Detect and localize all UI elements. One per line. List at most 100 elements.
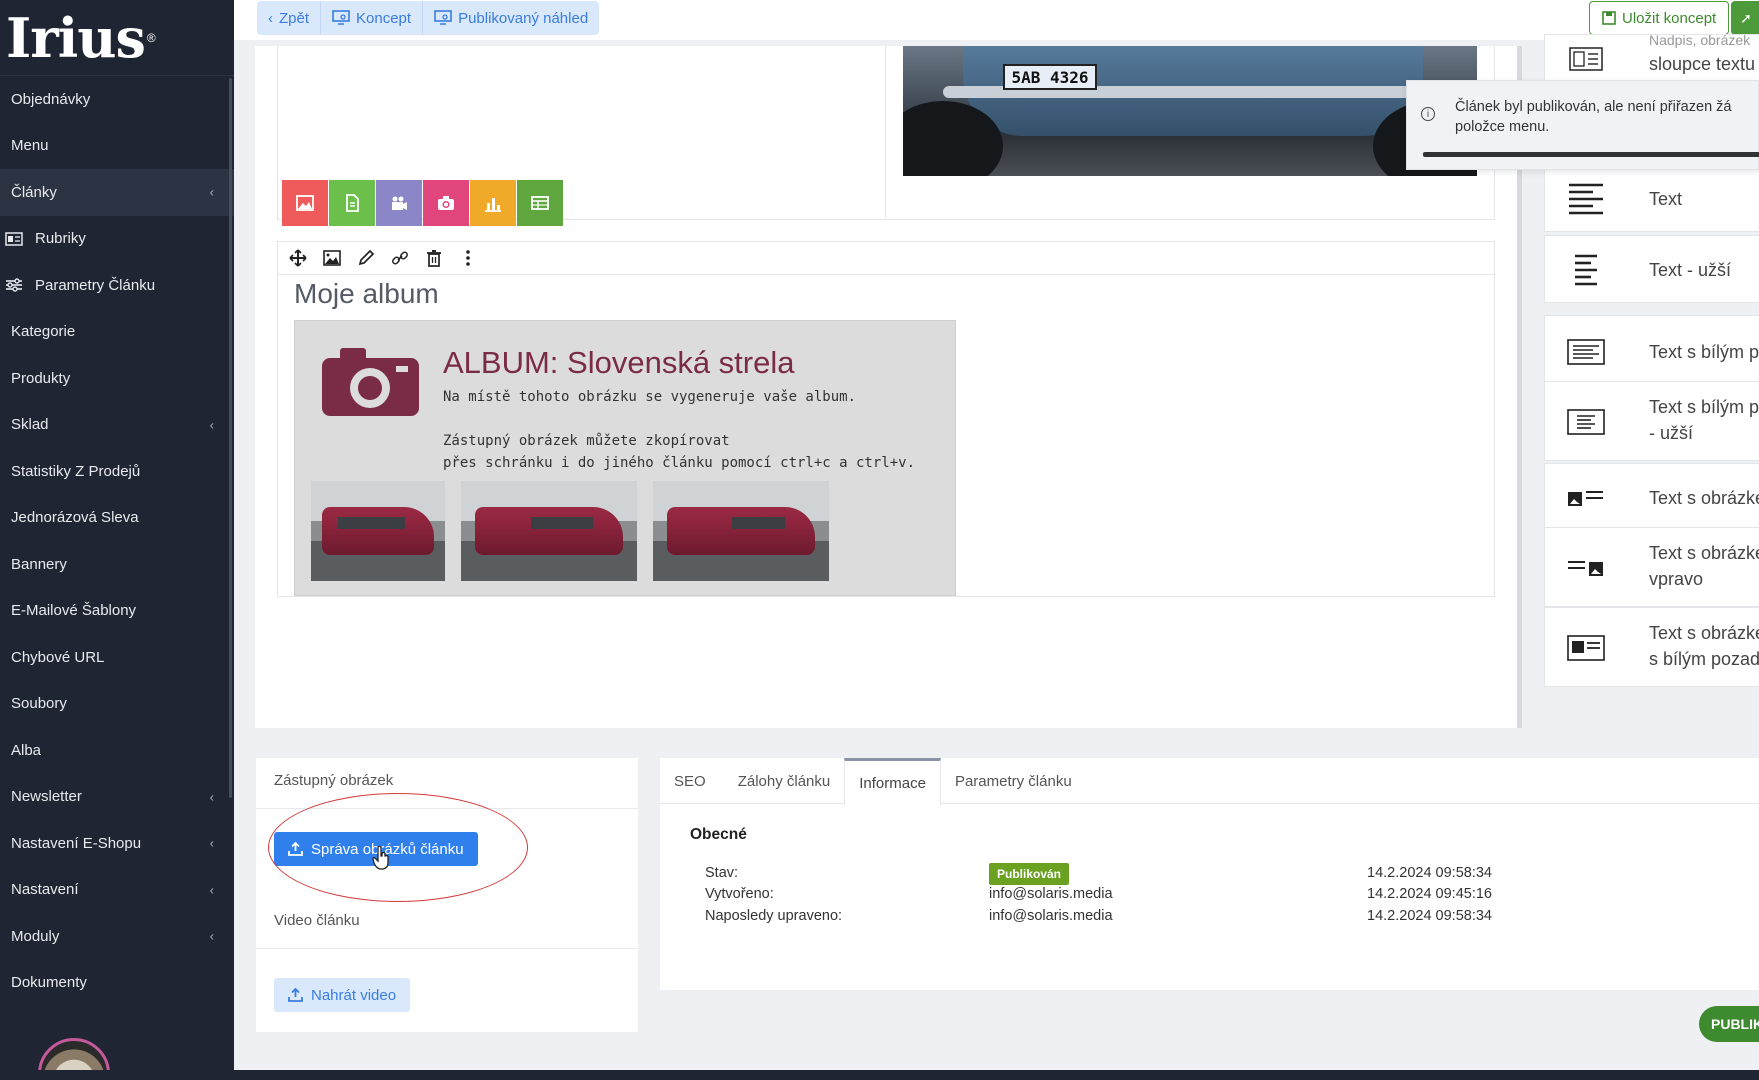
sidebar-item-chybové-url[interactable]: Chybové URL [0,634,234,681]
sidebar-item-sklad[interactable]: Sklad ‹ [0,402,234,449]
sidebar-item-e-mailové-šablony[interactable]: E-Mailové Šablony [0,588,234,635]
brand-logo[interactable]: Irius ® [0,0,234,76]
floppy-icon [1602,11,1616,25]
palette-item-label: Text s obrázkem [1649,488,1759,508]
columns-text-icon [1567,45,1605,73]
upload-video-button[interactable]: Nahrát video [274,978,411,1012]
sidebar-item-parametry-článku[interactable]: Parametry Článku [0,262,234,309]
sidebar-item-label: Menu [11,137,49,155]
notification-toast[interactable]: i Článek byl publikován, ale není přiřaz… [1406,80,1759,170]
insert-camera-button[interactable] [423,180,469,226]
palette-item-label-line2: - užší [1649,423,1694,443]
save-draft-label: Uložit koncept [1622,9,1717,27]
divider [256,948,638,949]
sidebar-item-label: Chybové URL [11,648,105,666]
chevron-left-icon: ‹ [209,417,214,433]
train-shape [475,507,623,555]
palette-item-label: Text s bílým poz [1649,342,1759,362]
publish-button[interactable]: PUBLIK [1699,1006,1759,1042]
insert-bar-chart-button[interactable] [470,180,516,226]
draft-preview-button[interactable]: Koncept [321,1,424,35]
palette-item[interactable]: Text s bílým poz [1544,315,1759,387]
sidebar-item-rubriky[interactable]: Rubriky [0,216,234,263]
palette-item-label-line2: vpravo [1649,569,1704,589]
car-image[interactable]: 5AB 4326 [903,46,1477,176]
status-badge: Publikován [989,863,1070,885]
album-thumbnail [653,481,829,581]
image-icon [295,193,315,213]
more-vertical-icon[interactable] [458,248,478,268]
sidebar-item-label: Produkty [11,369,71,387]
tab-zálohy-článku[interactable]: Zálohy článku [720,758,845,804]
video-icon [389,193,409,213]
sidebar-item-newsletter[interactable]: Newsletter ‹ [0,774,234,821]
insert-document-button[interactable] [329,180,375,226]
updated-by: info@solaris.media [989,908,1113,924]
train-window-shape [531,517,593,529]
palette-item-label: Text [1649,189,1683,209]
trash-icon[interactable] [424,248,444,268]
sidebar-item-label: Moduly [11,927,60,945]
tab-seo[interactable]: SEO [660,758,720,804]
palette-item[interactable]: Text s obrázkem [1544,463,1759,531]
sidebar-item-bannery[interactable]: Bannery [0,541,234,588]
palette-item[interactable]: Text s obrázkem s bílým pozadím [1544,607,1759,687]
album-description-line: Zástupný obrázek můžete zkopírovat [443,433,730,449]
palette-item-label: Text s obrázkem [1649,543,1759,563]
updated-label: Naposledy upraveno: [705,908,843,924]
album-placeholder-image[interactable]: ALBUM: Slovenská strela Na místě tohoto … [294,320,956,596]
sidebar-item-produkty[interactable]: Produkty [0,355,234,402]
sidebar-item-články[interactable]: Články ‹ [0,169,234,216]
palette-item-label: Text s obrázkem [1649,623,1759,643]
link-icon[interactable] [390,248,410,268]
sidebar-item-label: E-Mailové Šablony [11,602,137,620]
sidebar-item-dokumenty[interactable]: Dokumenty [0,960,234,1007]
info-tabs: SEO Zálohy článku Informace Parametry článk… [660,758,1759,805]
insert-image-button[interactable] [282,180,328,226]
license-plate: 5AB 4326 [1003,64,1097,90]
insert-video-button[interactable] [376,180,422,226]
palette-item[interactable]: Text s obrázkem vpravo [1544,527,1759,607]
document-icon [342,193,362,213]
created-date: 14.2.2024 09:45:16 [1367,886,1492,902]
tab-informace[interactable]: Informace [844,758,941,805]
table-icon [530,193,550,213]
sidebar-scrollbar[interactable] [229,78,232,798]
boxed-text-icon [1567,335,1605,369]
sidebar-item-label: Bannery [11,555,67,573]
published-preview-button[interactable]: Publikovaný náhled [423,1,599,35]
sidebar-item-objednávky[interactable]: Objednávky [0,76,234,123]
train-window-shape [337,517,405,529]
album-block-title[interactable]: Moje album [294,278,439,310]
album-thumbnail [311,481,445,581]
sidebar-item-kategorie[interactable]: Kategorie [0,309,234,356]
insert-table-button[interactable] [517,180,563,226]
logo-registered-mark: ® [146,30,156,45]
sliders-icon [5,278,23,292]
sidebar-item-soubory[interactable]: Soubory [0,681,234,728]
pencil-icon[interactable] [356,248,376,268]
status-label: Stav: [705,865,739,881]
upload-video-label: Nahrát video [311,986,397,1004]
image-text-icon [1567,481,1605,515]
palette-item[interactable]: Text s bílým poz - užší [1544,381,1759,461]
palette-item[interactable]: Text [1544,164,1759,232]
move-icon[interactable] [288,248,308,268]
sidebar-item-label: Alba [11,741,42,759]
back-button[interactable]: ‹ Zpět [257,1,322,35]
sidebar-item-statistiky-z-prodejů[interactable]: Statistiky Z Prodejů [0,448,234,495]
palette-item[interactable]: Text - užší [1544,235,1759,303]
camera-icon [322,348,419,416]
sidebar-item-menu[interactable]: Menu [0,123,234,170]
toast-message: Článek byl publikován, ale není přiřazen… [1455,99,1732,135]
align-narrow-icon [1567,253,1605,287]
sidebar-item-nastavení[interactable]: Nastavení ‹ [0,867,234,914]
sidebar-item-moduly[interactable]: Moduly ‹ [0,913,234,960]
image-icon[interactable] [322,248,342,268]
sidebar-item-nastavení-e-shopu[interactable]: Nastavení E-Shopu ‹ [0,820,234,867]
sidebar-item-alba[interactable]: Alba [0,727,234,774]
sidebar-item-jednorázová-sleva[interactable]: Jednorázová Sleva [0,495,234,542]
placeholder-image-label: Zástupný obrázek [274,772,394,789]
album-block[interactable]: Moje album ALBUM: Slovenská strela Na mí… [277,241,1495,597]
tab-parametry-článku[interactable]: Parametry článku [941,758,1086,804]
